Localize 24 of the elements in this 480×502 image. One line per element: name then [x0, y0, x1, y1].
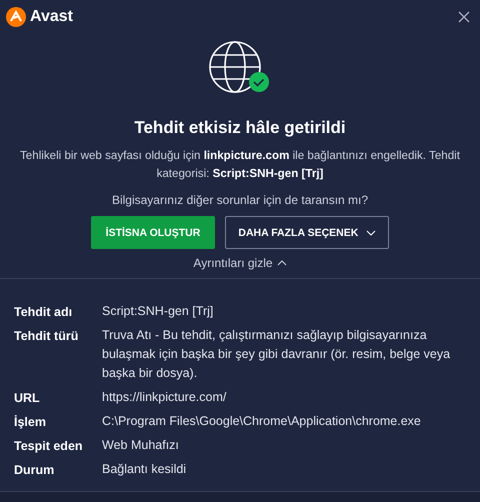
detail-value: C:\Program Files\Google\Chrome\Application\chrome.exe: [102, 413, 422, 430]
detail-label: Tehdit türü: [14, 329, 80, 345]
detail-label: Tehdit adı: [14, 305, 74, 321]
description: Tehlikeli bir web sayfası olduğu için linkpicture.com ile bağlantınızı engelledik. Tehdit kategorisi: Script:SNH-gen [Trj]: [19, 148, 461, 182]
detail-value: Truva Atı - Bu tehdit, çalıştırmanızı sağlayıp bilgisayarınıza bulaşmak için başka bir şey gibi davranır (ör. resim, belge veya başka bir dosya).: [102, 327, 452, 382]
app-name: Avast: [30, 8, 73, 26]
detail-value: Script:SNH-gen [Trj]: [102, 303, 214, 320]
detail-value: https://linkpicture.com/: [102, 389, 228, 406]
close-button[interactable]: [456, 9, 472, 25]
logo-icon: [6, 7, 26, 27]
detail-label: Durum: [14, 463, 56, 479]
caret-icon: [366, 230, 376, 236]
caret-icon: [276, 260, 287, 266]
more-options-button[interactable]: DAHA FAZLA SEÇENEK: [225, 216, 390, 249]
detail-value: Bağlantı kesildi: [102, 461, 188, 478]
globe-check-icon: [209, 40, 271, 94]
details-toggle[interactable]: Ayrıntıları gizle: [187, 255, 293, 271]
create-exception-button[interactable]: İSTİSNA OLUŞTUR: [90, 216, 216, 249]
question: Bilgisayarınız diğer sorunlar için de taransın mı?: [112, 193, 368, 207]
detail-label: İşlem: [14, 415, 47, 431]
detail-value: Web Muhafızı: [102, 437, 180, 454]
detail-label: URL: [14, 391, 41, 407]
detail-label: Tespit eden: [14, 439, 84, 455]
title: Tehdit etkisiz hâle getirildi: [134, 118, 346, 138]
